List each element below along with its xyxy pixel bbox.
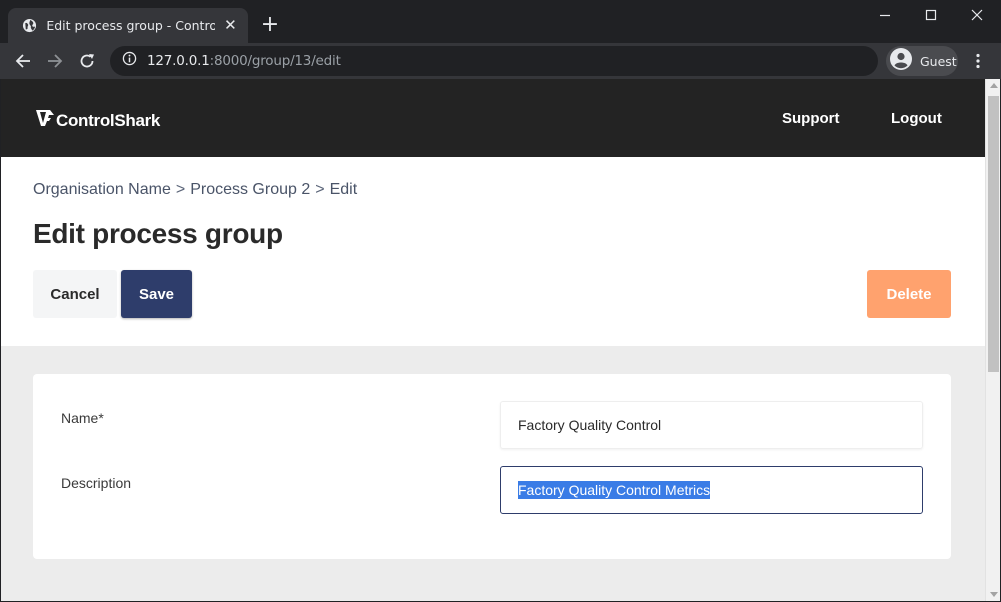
breadcrumb: Organisation Name > Process Group 2 > Edit xyxy=(33,181,357,199)
window-close-icon[interactable] xyxy=(954,0,1000,30)
page-viewport: ControlShark Support Logout Organisation… xyxy=(1,79,985,601)
name-field-value: Factory Quality Control xyxy=(518,417,662,433)
name-label: Name* xyxy=(61,410,104,426)
breadcrumb-separator: > xyxy=(315,181,325,198)
description-label: Description xyxy=(61,475,132,491)
url-path: :8000/group/13/edit xyxy=(209,53,341,69)
logo-text: ControlShark xyxy=(56,110,161,130)
globe-icon xyxy=(22,18,37,34)
save-button[interactable]: Save xyxy=(121,270,192,318)
profile-button[interactable]: Guest xyxy=(886,46,958,76)
cancel-button[interactable]: Cancel xyxy=(33,270,117,318)
breadcrumb-organisation[interactable]: Organisation Name xyxy=(33,181,171,198)
avatar-icon xyxy=(890,47,912,75)
nav-support-link[interactable]: Support xyxy=(782,110,840,127)
name-field[interactable]: Factory Quality Control xyxy=(500,401,923,449)
minimize-icon[interactable] xyxy=(862,0,908,30)
info-icon[interactable] xyxy=(122,51,137,71)
site-logo[interactable]: ControlShark xyxy=(35,109,160,132)
nav-logout-link[interactable]: Logout xyxy=(891,110,942,127)
description-field-value: Factory Quality Control Metrics xyxy=(518,481,711,499)
forward-arrow-icon[interactable] xyxy=(43,49,67,73)
browser-tab[interactable]: Edit process group - ControlShark ✕ xyxy=(8,8,248,43)
breadcrumb-group[interactable]: Process Group 2 xyxy=(190,181,310,198)
reload-icon[interactable] xyxy=(75,49,99,73)
breadcrumb-separator: > xyxy=(175,181,186,198)
close-tab-icon[interactable]: ✕ xyxy=(223,17,238,34)
profile-label: Guest xyxy=(920,53,957,69)
vertical-scrollbar[interactable] xyxy=(985,79,1000,601)
address-bar[interactable]: 127.0.0.1:8000/group/13/edit xyxy=(110,46,878,76)
site-header: ControlShark Support Logout xyxy=(1,79,985,157)
url-host: 127.0.0.1 xyxy=(147,53,210,69)
back-arrow-icon[interactable] xyxy=(11,49,35,73)
delete-button[interactable]: Delete xyxy=(867,270,951,318)
page-title: Edit process group xyxy=(33,218,283,249)
scroll-up-arrow-icon[interactable] xyxy=(990,83,998,88)
form-card: Name* Factory Quality Control Descriptio… xyxy=(33,374,951,559)
more-vert-icon[interactable] xyxy=(968,49,988,73)
tab-title: Edit process group - ControlShark xyxy=(46,18,215,33)
new-tab-button[interactable]: + xyxy=(258,14,282,38)
browser-tab-bar: Edit process group - ControlShark ✕ + xyxy=(0,0,1001,43)
description-field[interactable]: Factory Quality Control Metrics xyxy=(500,466,923,514)
maximize-icon[interactable] xyxy=(908,0,954,30)
shark-fin-icon xyxy=(35,109,55,132)
scroll-down-arrow-icon[interactable] xyxy=(990,592,998,597)
breadcrumb-current: Edit xyxy=(329,181,358,198)
page-header-section: Organisation Name > Process Group 2 > Edit E… xyxy=(1,157,985,346)
scrollbar-thumb[interactable] xyxy=(988,96,999,372)
browser-toolbar: 127.0.0.1:8000/group/13/edit Guest xyxy=(0,43,1001,79)
